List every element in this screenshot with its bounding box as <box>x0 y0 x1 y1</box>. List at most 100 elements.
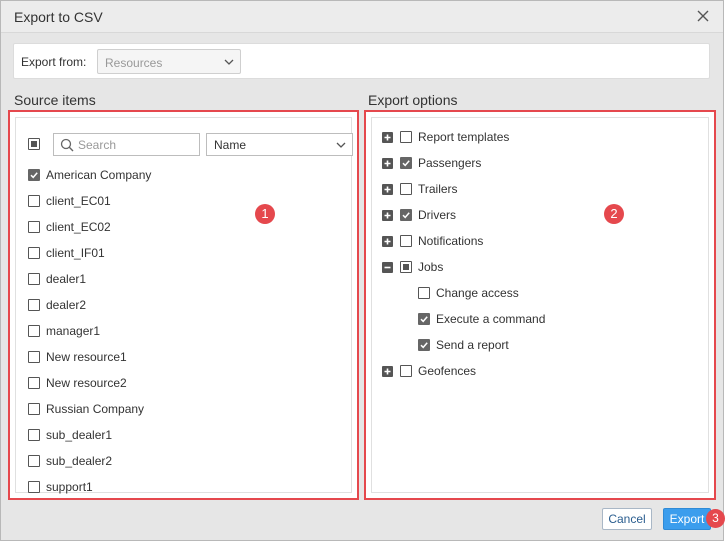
option-item[interactable]: Notifications <box>372 231 702 251</box>
chevron-down-icon <box>336 142 346 148</box>
sort-value: Name <box>214 138 247 152</box>
list-item[interactable]: New resource1 <box>16 347 346 367</box>
export-button[interactable]: Export <box>663 508 711 530</box>
list-item[interactable]: support1 <box>16 477 346 497</box>
item-checkbox[interactable] <box>28 273 40 285</box>
collapse-minus-icon[interactable] <box>382 262 393 273</box>
chevron-down-icon <box>224 59 234 65</box>
option-label: Report templates <box>418 130 510 144</box>
marker-1: 1 <box>255 204 275 224</box>
option-item[interactable]: Drivers <box>372 205 702 225</box>
option-checkbox[interactable] <box>400 157 412 169</box>
option-checkbox[interactable] <box>400 365 412 377</box>
item-checkbox[interactable] <box>28 325 40 337</box>
cancel-button[interactable]: Cancel <box>602 508 652 530</box>
option-item[interactable]: Passengers <box>372 153 702 173</box>
expand-plus-icon[interactable] <box>382 366 393 377</box>
option-child-item[interactable]: Execute a command <box>372 309 702 329</box>
item-checkbox[interactable] <box>28 403 40 415</box>
option-checkbox[interactable] <box>418 339 430 351</box>
search-placeholder: Search <box>78 138 117 152</box>
list-item[interactable]: dealer2 <box>16 295 346 315</box>
item-label: client_IF01 <box>46 246 105 260</box>
expand-plus-icon[interactable] <box>382 236 393 247</box>
list-item[interactable]: manager1 <box>16 321 346 341</box>
option-label: Trailers <box>418 182 458 196</box>
sort-select[interactable]: Name <box>206 133 353 156</box>
option-label: Jobs <box>418 260 444 274</box>
list-item[interactable]: client_IF01 <box>16 243 346 263</box>
option-label: Passengers <box>418 156 482 170</box>
export-from-value: Resources <box>105 56 163 70</box>
item-label: dealer1 <box>46 272 87 286</box>
option-item[interactable]: Trailers <box>372 179 702 199</box>
item-checkbox[interactable] <box>28 195 40 207</box>
expand-plus-icon[interactable] <box>382 184 393 195</box>
list-item[interactable]: American Company <box>16 165 346 185</box>
search-icon <box>60 138 74 152</box>
item-label: sub_dealer1 <box>46 428 113 442</box>
item-checkbox[interactable] <box>28 455 40 467</box>
item-checkbox[interactable] <box>28 377 40 389</box>
dialog-title: Export to CSV <box>14 9 103 25</box>
close-icon[interactable] <box>695 8 711 24</box>
export-from-select[interactable]: Resources <box>97 49 241 74</box>
source-items-title: Source items <box>14 92 96 108</box>
item-checkbox[interactable] <box>28 169 40 181</box>
marker-3: 3 <box>706 509 725 528</box>
option-checkbox[interactable] <box>418 313 430 325</box>
option-child-item[interactable]: Change access <box>372 283 702 303</box>
option-label: Geofences <box>418 364 477 378</box>
option-label: Execute a command <box>436 312 546 326</box>
option-label: Change access <box>436 286 519 300</box>
option-item[interactable]: Jobs <box>372 257 702 277</box>
item-label: client_EC01 <box>46 194 111 208</box>
item-label: dealer2 <box>46 298 87 312</box>
list-item[interactable]: client_EC01 <box>16 191 346 211</box>
item-label: Russian Company <box>46 402 145 416</box>
item-label: manager1 <box>46 324 101 338</box>
source-items-list: Search Name American Company client_EC01c… <box>15 117 353 494</box>
item-checkbox[interactable] <box>28 351 40 363</box>
list-item[interactable]: dealer1 <box>16 269 346 289</box>
expand-plus-icon[interactable] <box>382 158 393 169</box>
list-item[interactable]: sub_dealer2 <box>16 451 346 471</box>
item-label: support1 <box>46 480 93 494</box>
item-label: client_EC02 <box>46 220 111 234</box>
item-checkbox[interactable] <box>28 429 40 441</box>
list-item[interactable]: New resource2 <box>16 373 346 393</box>
option-child-item[interactable]: Send a report <box>372 335 702 355</box>
export-options-title: Export options <box>368 92 458 108</box>
item-label: American Company <box>46 168 152 182</box>
export-from-bar: Export from: Resources <box>13 43 710 79</box>
option-label: Send a report <box>436 338 509 352</box>
option-checkbox[interactable] <box>418 287 430 299</box>
list-item[interactable]: Russian Company <box>16 399 346 419</box>
option-label: Notifications <box>418 234 484 248</box>
item-checkbox[interactable] <box>28 299 40 311</box>
option-label: Drivers <box>418 208 456 222</box>
expand-plus-icon[interactable] <box>382 210 393 221</box>
item-checkbox[interactable] <box>28 221 40 233</box>
item-checkbox[interactable] <box>28 247 40 259</box>
item-label: New resource2 <box>46 376 127 390</box>
item-label: New resource1 <box>46 350 127 364</box>
option-checkbox[interactable] <box>400 235 412 247</box>
search-input[interactable]: Search <box>53 133 200 156</box>
item-label: sub_dealer2 <box>46 454 113 468</box>
option-checkbox[interactable] <box>400 183 412 195</box>
export-options-tree: Report templates Passengers Trailers Driver… <box>371 117 709 493</box>
item-checkbox[interactable] <box>28 481 40 493</box>
export-from-label: Export from: <box>21 55 87 69</box>
expand-plus-icon[interactable] <box>382 132 393 143</box>
export-options-panel: Report templates Passengers Trailers Driver… <box>364 110 716 500</box>
list-item[interactable]: client_EC02 <box>16 217 346 237</box>
option-checkbox[interactable] <box>400 209 412 221</box>
list-item[interactable]: sub_dealer1 <box>16 425 346 445</box>
select-all-checkbox[interactable] <box>28 138 40 150</box>
option-item[interactable]: Geofences <box>372 361 702 381</box>
dialog-titlebar: Export to CSV <box>1 1 723 33</box>
option-checkbox[interactable] <box>400 131 412 143</box>
option-checkbox[interactable] <box>400 261 412 273</box>
option-item[interactable]: Report templates <box>372 127 702 147</box>
